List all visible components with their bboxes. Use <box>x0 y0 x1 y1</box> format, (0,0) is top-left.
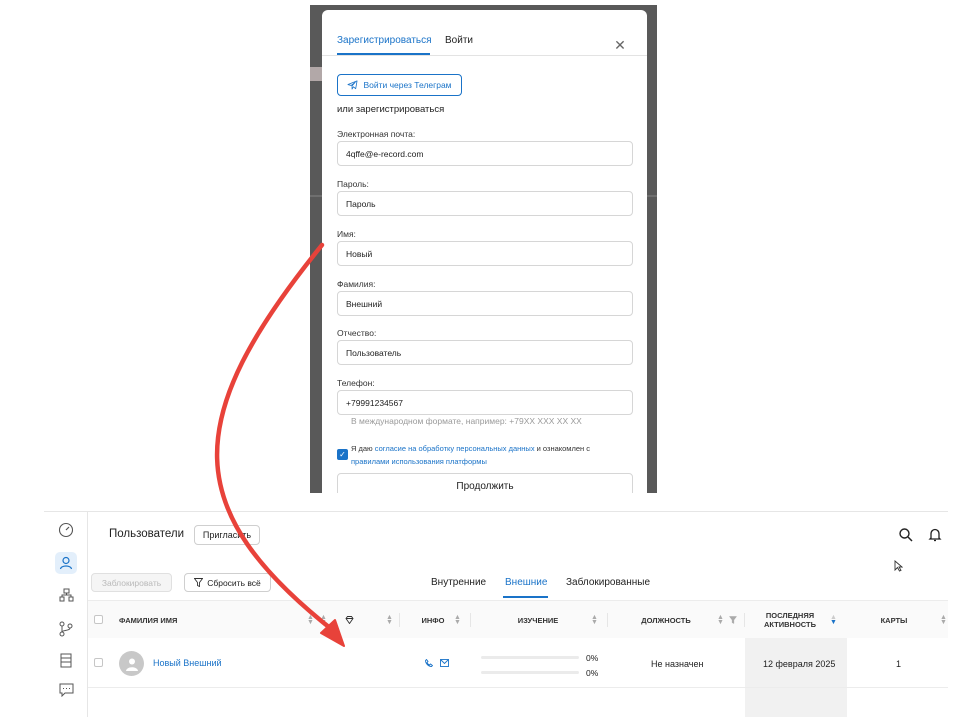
password-field[interactable]: Пароль <box>337 191 633 216</box>
continue-button[interactable]: Продолжить <box>337 473 633 493</box>
block-button[interactable]: Заблокировать <box>91 573 172 592</box>
user-avatar-icon <box>125 658 138 671</box>
platform-rules-link[interactable]: правилами использования платформы <box>351 457 487 466</box>
password-label: Пароль: <box>337 179 369 189</box>
consent-checkbox[interactable]: ✓ <box>337 449 348 460</box>
last-name-label: Фамилия: <box>337 279 376 289</box>
users-screenshot: Пользователи Пригласить Заблокировать Сб… <box>44 511 948 717</box>
position-value: Не назначен <box>651 659 704 669</box>
column-separator <box>607 613 608 627</box>
sidebar <box>44 512 88 717</box>
mail-icon[interactable] <box>440 659 449 667</box>
sort-icon[interactable]: ▲ ▼ <box>386 614 393 626</box>
select-all-checkbox[interactable] <box>94 615 103 624</box>
branch-icon[interactable] <box>55 618 77 640</box>
avatar <box>119 651 144 676</box>
sort-icon[interactable]: ▲ ▼ <box>454 614 461 626</box>
filter-icon <box>194 578 204 587</box>
tabs-divider <box>322 55 647 56</box>
background-fragment <box>310 67 322 81</box>
column-position[interactable]: ДОЛЖНОСТЬ <box>641 601 691 639</box>
sort-icon[interactable]: ▲ ▼ <box>717 614 724 626</box>
page-title: Пользователи <box>109 528 185 540</box>
reset-filters-button[interactable]: Сбросить всё <box>184 573 271 592</box>
study-progress-bar <box>481 671 579 674</box>
column-last-activity[interactable]: ПОСЛЕДНЯЯ АКТИВНОСТЬ <box>755 601 825 639</box>
column-name[interactable]: ФАМИЛИЯ ИМЯ <box>119 601 177 639</box>
org-structure-icon[interactable] <box>55 584 77 606</box>
consent-text-part: и ознакомлен с <box>534 444 590 453</box>
user-name-link[interactable]: Новый Внешний <box>153 658 222 668</box>
email-field[interactable]: 4qffe@e-record.com <box>337 141 633 166</box>
study-progress-value: 0% <box>586 668 599 678</box>
cards-count: 1 <box>896 659 902 669</box>
telegram-login-label: Войти через Телеграм <box>363 80 452 90</box>
or-register-text: или зарегистрироваться <box>337 104 445 115</box>
tab-internal[interactable]: Внутренние <box>431 577 486 588</box>
row-checkbox[interactable] <box>94 658 103 667</box>
telegram-icon <box>347 80 358 90</box>
last-name-field[interactable]: Внешний <box>337 291 633 316</box>
filter-icon[interactable] <box>729 616 737 624</box>
invite-button[interactable]: Пригласить <box>194 525 260 545</box>
cursor-icon <box>894 560 903 572</box>
sort-icon[interactable]: ▲ ▼ <box>591 614 598 626</box>
dashboard-icon[interactable] <box>55 519 77 541</box>
bell-icon[interactable] <box>927 527 943 543</box>
registration-screenshot: Зарегистрироваться Войти ✕ Войти через Т… <box>310 5 657 493</box>
first-name-label: Имя: <box>337 229 356 239</box>
study-progress-bar <box>481 656 579 659</box>
sort-icon[interactable]: ▲ ▼ <box>830 614 837 626</box>
study-progress-value: 0% <box>586 653 599 663</box>
consent-text: Я даю согласие на обработку персональных… <box>351 442 621 468</box>
chat-icon[interactable] <box>55 679 77 701</box>
active-segment-underline <box>503 596 548 598</box>
sort-icon[interactable]: ▲ ▼ <box>320 614 327 626</box>
close-icon[interactable]: ✕ <box>613 38 627 52</box>
ledger-icon[interactable] <box>55 649 77 671</box>
reset-filters-label: Сбросить всё <box>207 577 261 588</box>
tab-login[interactable]: Войти <box>445 35 473 46</box>
tab-blocked[interactable]: Заблокированные <box>566 577 650 588</box>
column-cards[interactable]: КАРТЫ <box>864 601 924 639</box>
column-info[interactable]: ИНФО <box>418 601 448 639</box>
column-study[interactable]: ИЗУЧЕНИЕ <box>513 601 563 639</box>
middle-name-field[interactable]: Пользователь <box>337 340 633 365</box>
phone-icon[interactable] <box>425 659 433 667</box>
personal-data-link[interactable]: согласие на обработку персональных данны… <box>375 444 535 453</box>
users-icon[interactable] <box>55 552 77 574</box>
search-icon[interactable] <box>898 527 914 543</box>
phone-field[interactable]: +79991234567 <box>337 390 633 415</box>
table-row[interactable]: Новый Внешний 0% 0% Не назначен 12 февра… <box>88 638 948 688</box>
consent-text-part: Я даю <box>351 444 375 453</box>
last-activity-value: 12 февраля 2025 <box>763 659 836 669</box>
middle-name-label: Отчество: <box>337 328 377 338</box>
telegram-login-button[interactable]: Войти через Телеграм <box>337 74 462 96</box>
sort-icon[interactable]: ▲ ▼ <box>307 614 314 626</box>
phone-label: Телефон: <box>337 378 375 388</box>
phone-hint: В международном формате, например: +79XX… <box>351 416 582 426</box>
diamond-icon <box>345 616 354 624</box>
registration-modal: Зарегистрироваться Войти ✕ Войти через Т… <box>322 10 647 493</box>
first-name-field[interactable]: Новый <box>337 241 633 266</box>
table-header: ФАМИЛИЯ ИМЯ ▲ ▼ ▲ ▼ ▲ ▼ ИНФО ▲ ▼ ИЗУЧЕНИЕ ▲ ▼… <box>88 600 948 638</box>
email-label: Электронная почта: <box>337 129 416 139</box>
column-separator <box>399 613 400 627</box>
column-separator <box>744 613 745 627</box>
column-separator <box>470 613 471 627</box>
tab-register[interactable]: Зарегистрироваться <box>337 35 432 46</box>
sort-icon[interactable]: ▲ ▼ <box>940 614 947 626</box>
tab-external[interactable]: Внешние <box>505 577 547 588</box>
